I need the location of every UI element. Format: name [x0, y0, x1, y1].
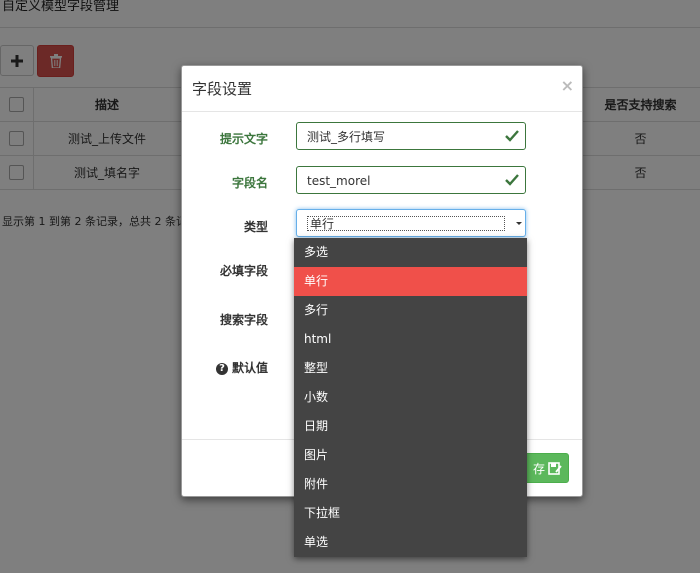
name-input[interactable]: test_morel	[296, 166, 526, 194]
check-icon	[505, 130, 519, 142]
save-icon	[548, 461, 562, 475]
hint-label: 提示文字	[219, 132, 268, 146]
option-decimal[interactable]: 小数	[294, 383, 527, 412]
hint-value: 测试_多行填写	[307, 130, 386, 144]
modal-title: 字段设置	[192, 80, 253, 98]
chevron-down-icon	[516, 222, 522, 225]
option-single-line[interactable]: 单行	[294, 267, 527, 296]
type-select[interactable]: 单行	[296, 209, 526, 237]
option-image[interactable]: 图片	[294, 441, 527, 470]
option-single-select[interactable]: 单选	[294, 528, 527, 557]
required-label: 必填字段	[219, 264, 268, 278]
default-label: 默认值	[231, 361, 268, 375]
save-label: 存	[532, 461, 545, 476]
question-circle-icon[interactable]: ?	[215, 362, 228, 375]
option-integer[interactable]: 整型	[294, 354, 527, 383]
type-selected-value: 单行	[307, 216, 505, 231]
type-label: 类型	[243, 220, 268, 234]
option-multi-select[interactable]: 多选	[294, 238, 527, 267]
modal-header: 字段设置 ×	[182, 66, 582, 112]
option-html[interactable]: html	[294, 325, 527, 354]
close-icon[interactable]: ×	[561, 76, 574, 95]
hint-input[interactable]: 测试_多行填写	[296, 122, 526, 150]
type-options-list: 多选 单行 多行 html 整型 小数 日期 图片 附件 下拉框 单选	[294, 238, 527, 557]
option-date[interactable]: 日期	[294, 412, 527, 441]
option-dropdown[interactable]: 下拉框	[294, 499, 527, 528]
option-attachment[interactable]: 附件	[294, 470, 527, 499]
default-label-row: ? 默认值	[182, 359, 268, 376]
option-multi-line[interactable]: 多行	[294, 296, 527, 325]
name-value: test_morel	[307, 174, 371, 188]
search-label: 搜索字段	[219, 313, 268, 327]
name-label: 字段名	[231, 176, 268, 190]
check-icon	[505, 174, 519, 186]
